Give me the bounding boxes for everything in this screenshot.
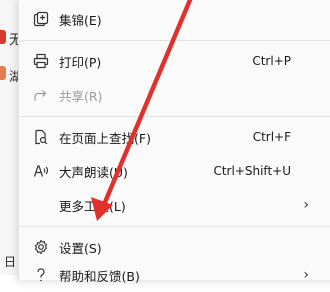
- annotation-arrow: [91, 0, 193, 221]
